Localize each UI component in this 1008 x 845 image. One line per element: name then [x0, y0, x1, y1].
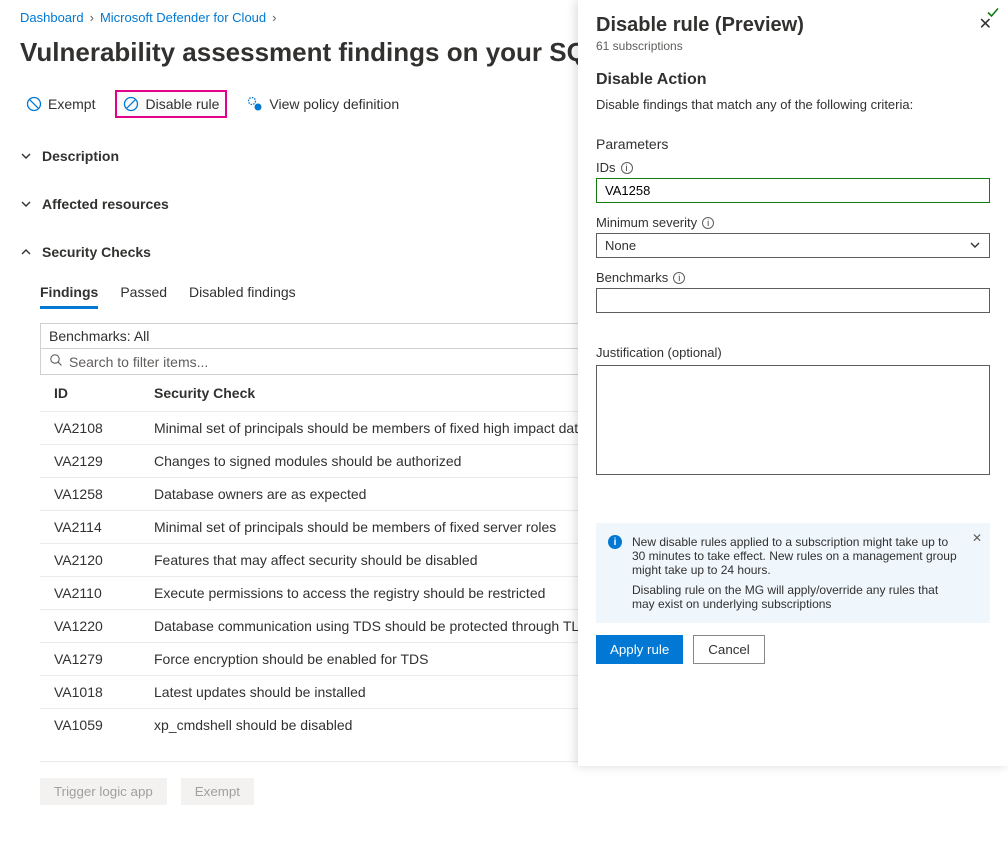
disable-rule-panel: ✕ Disable rule (Preview) 61 subscription… — [578, 0, 1008, 766]
panel-title: Disable rule (Preview) — [596, 14, 990, 37]
search-icon — [49, 353, 63, 370]
chevron-down-icon — [20, 150, 32, 162]
severity-label: Minimum severity i — [596, 215, 990, 230]
disable-rule-label: Disable rule — [145, 96, 219, 112]
tab-disabled-findings[interactable]: Disabled findings — [189, 278, 296, 309]
cell-id: VA2110 — [54, 585, 154, 601]
tab-findings[interactable]: Findings — [40, 278, 98, 309]
ids-label: IDs i — [596, 160, 990, 175]
chevron-down-icon — [20, 198, 32, 210]
exempt-button-bottom[interactable]: Exempt — [181, 778, 254, 805]
cell-id: VA2129 — [54, 453, 154, 469]
tab-passed[interactable]: Passed — [120, 278, 167, 309]
cell-id: VA1220 — [54, 618, 154, 634]
exempt-label: Exempt — [48, 96, 95, 112]
disable-icon — [123, 96, 139, 112]
exempt-button[interactable]: Exempt — [20, 92, 101, 116]
cell-id: VA1018 — [54, 684, 154, 700]
breadcrumb-separator: › — [272, 10, 276, 25]
info-notice: i ✕ New disable rules applied to a subsc… — [596, 523, 990, 623]
view-policy-button[interactable]: View policy definition — [241, 92, 405, 116]
cell-id: VA1258 — [54, 486, 154, 502]
close-notice-button[interactable]: ✕ — [972, 531, 982, 545]
cell-id: VA2114 — [54, 519, 154, 535]
disable-rule-button[interactable]: Disable rule — [117, 92, 225, 116]
bottom-toolbar: Trigger logic app Exempt — [40, 761, 988, 825]
justification-textarea[interactable] — [596, 365, 990, 475]
search-placeholder: Search to filter items... — [69, 354, 208, 370]
notice-text-1: New disable rules applied to a subscript… — [632, 535, 964, 577]
chevron-down-icon — [969, 239, 981, 254]
exempt-icon — [26, 96, 42, 112]
justification-label: Justification (optional) — [596, 345, 990, 360]
disable-action-heading: Disable Action — [596, 71, 990, 89]
check-icon — [986, 5, 1000, 22]
cell-id: VA1059 — [54, 717, 154, 733]
info-icon[interactable]: i — [702, 217, 714, 229]
info-icon[interactable]: i — [621, 162, 633, 174]
severity-select[interactable]: None — [596, 233, 990, 258]
panel-subtitle: 61 subscriptions — [596, 39, 990, 53]
apply-rule-button[interactable]: Apply rule — [596, 635, 683, 664]
benchmarks-input[interactable] — [596, 288, 990, 313]
chevron-up-icon — [20, 246, 32, 258]
column-id[interactable]: ID — [54, 385, 154, 401]
cell-id: VA2120 — [54, 552, 154, 568]
disable-action-desc: Disable findings that match any of the f… — [596, 97, 990, 112]
panel-actions: Apply rule Cancel — [596, 635, 990, 664]
cell-id: VA1279 — [54, 651, 154, 667]
trigger-logic-app-button[interactable]: Trigger logic app — [40, 778, 167, 805]
info-icon[interactable]: i — [673, 272, 685, 284]
breadcrumb-separator: › — [90, 10, 94, 25]
view-policy-label: View policy definition — [269, 96, 399, 112]
breadcrumb-item[interactable]: Microsoft Defender for Cloud — [100, 10, 266, 25]
parameters-label: Parameters — [596, 136, 990, 152]
policy-icon — [247, 96, 263, 112]
breadcrumb-item[interactable]: Dashboard — [20, 10, 84, 25]
benchmarks-label: Benchmarks i — [596, 270, 990, 285]
cancel-button[interactable]: Cancel — [693, 635, 765, 664]
ids-input[interactable] — [596, 178, 990, 203]
notice-text-2: Disabling rule on the MG will apply/over… — [632, 583, 964, 611]
cell-id: VA2108 — [54, 420, 154, 436]
info-icon: i — [608, 535, 622, 549]
